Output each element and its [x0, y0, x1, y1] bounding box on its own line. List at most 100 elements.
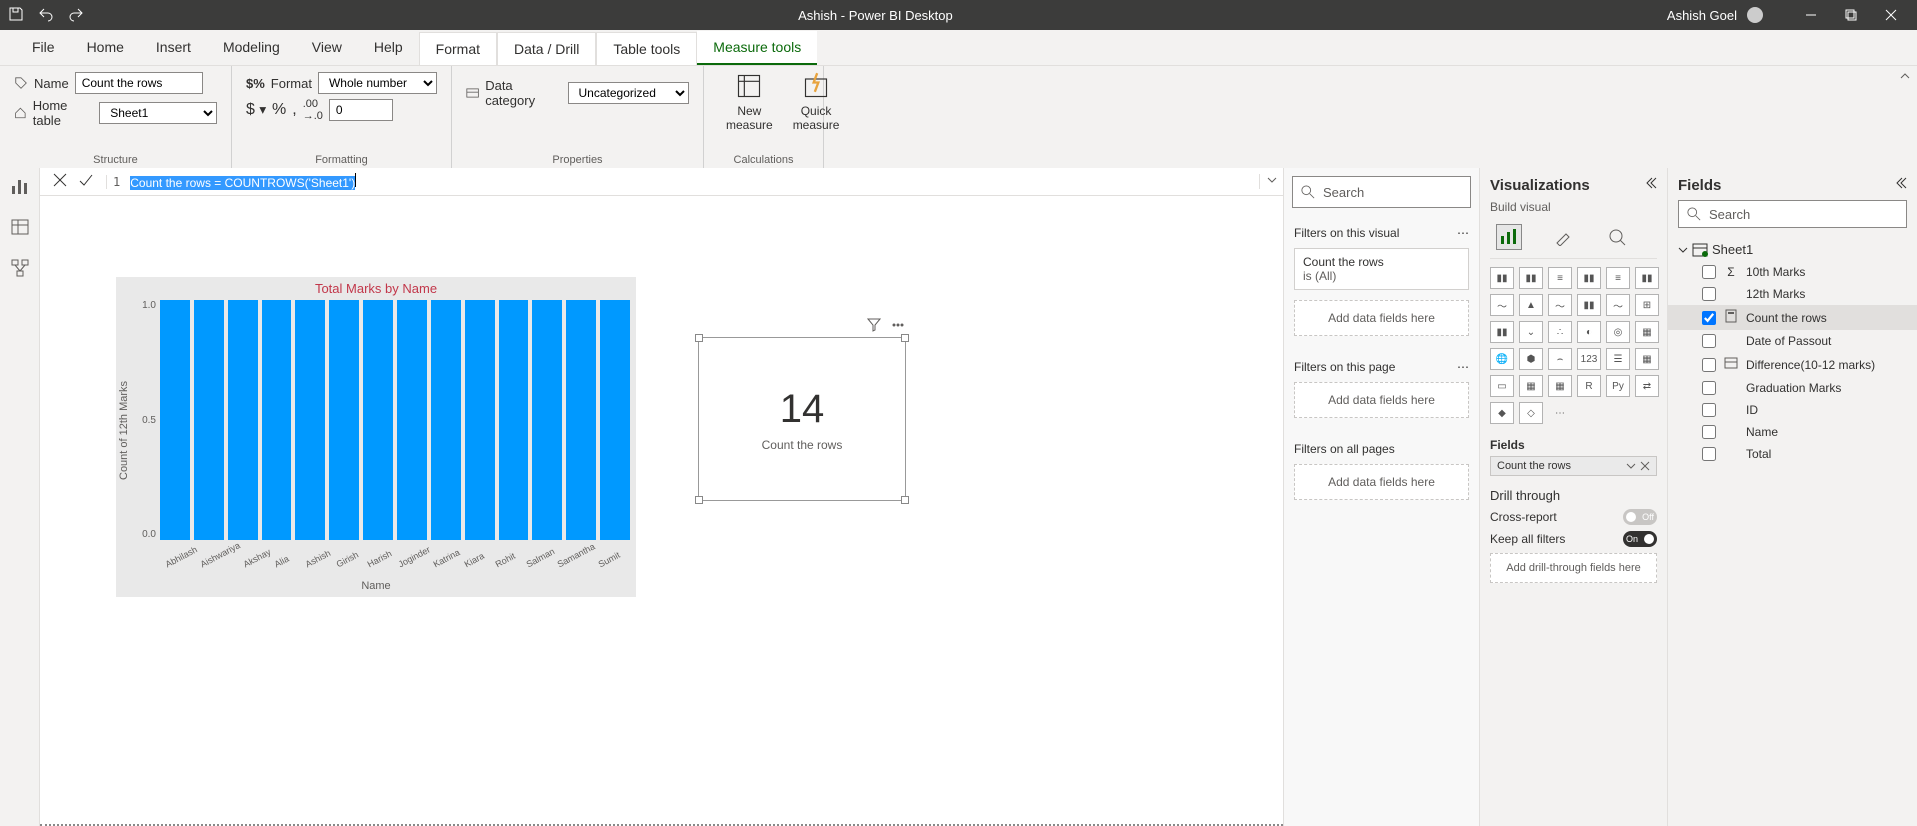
- tab-data-drill[interactable]: Data / Drill: [497, 32, 596, 65]
- bar[interactable]: [329, 300, 359, 540]
- viz-type-icon[interactable]: ⌄: [1519, 321, 1543, 343]
- close-button[interactable]: [1873, 0, 1909, 30]
- maximize-button[interactable]: [1833, 0, 1869, 30]
- field-checkbox[interactable]: [1702, 265, 1716, 279]
- tab-view[interactable]: View: [296, 31, 358, 65]
- viz-type-icon[interactable]: ◆: [1490, 402, 1514, 424]
- viz-type-icon[interactable]: ≡: [1606, 267, 1630, 289]
- user-name[interactable]: Ashish Goel: [1667, 8, 1737, 23]
- filter-icon[interactable]: [867, 318, 881, 335]
- bar[interactable]: [295, 300, 325, 540]
- tab-insert[interactable]: Insert: [140, 31, 207, 65]
- viz-type-icon[interactable]: ⬢: [1519, 348, 1543, 370]
- cancel-formula-icon[interactable]: [52, 172, 68, 191]
- format-select[interactable]: Whole number: [318, 72, 437, 94]
- viz-type-icon[interactable]: 〜: [1490, 294, 1514, 316]
- field-checkbox[interactable]: [1702, 287, 1716, 301]
- report-canvas[interactable]: Total Marks by Name Count of 12th Marks …: [40, 196, 1283, 826]
- decimal-places-input[interactable]: [329, 99, 393, 121]
- cross-report-toggle[interactable]: Off: [1623, 509, 1657, 525]
- viz-type-icon[interactable]: ◐: [1577, 321, 1601, 343]
- bar[interactable]: [566, 300, 596, 540]
- viz-type-icon[interactable]: ▮▮: [1577, 267, 1601, 289]
- fields-search[interactable]: Search: [1678, 200, 1907, 228]
- currency-button[interactable]: $ ▾: [246, 101, 266, 119]
- field-item[interactable]: Name: [1668, 421, 1917, 443]
- viz-type-icon[interactable]: ▦: [1519, 375, 1543, 397]
- quick-measure-button[interactable]: Quick measure: [785, 72, 848, 132]
- filter-card[interactable]: Count the rows is (All): [1294, 248, 1469, 290]
- avatar[interactable]: [1747, 7, 1763, 23]
- viz-type-icon[interactable]: ☰: [1606, 348, 1630, 370]
- viz-type-icon[interactable]: ▮▮: [1490, 321, 1514, 343]
- viz-type-icon[interactable]: ▲: [1519, 294, 1543, 316]
- resize-handle[interactable]: [695, 334, 703, 342]
- bar[interactable]: [160, 300, 190, 540]
- bar[interactable]: [532, 300, 562, 540]
- save-icon[interactable]: [8, 6, 24, 25]
- viz-type-icon[interactable]: ≡: [1548, 267, 1572, 289]
- model-view-icon[interactable]: [10, 258, 30, 281]
- field-checkbox[interactable]: [1702, 425, 1716, 439]
- more-icon[interactable]: ⋯: [1457, 226, 1469, 240]
- field-item[interactable]: Date of Passout: [1668, 330, 1917, 352]
- field-item[interactable]: ID: [1668, 399, 1917, 421]
- data-category-select[interactable]: Uncategorized: [568, 82, 689, 104]
- card-visual[interactable]: 14 Count the rows: [698, 337, 906, 501]
- keep-filters-toggle[interactable]: On: [1623, 531, 1657, 547]
- viz-type-icon[interactable]: ◇: [1519, 402, 1543, 424]
- viz-type-icon[interactable]: ⇄: [1635, 375, 1659, 397]
- viz-type-icon[interactable]: 〜: [1548, 294, 1572, 316]
- field-item[interactable]: Σ10th Marks: [1668, 261, 1917, 283]
- thousands-button[interactable]: ,: [292, 101, 296, 119]
- remove-field-icon[interactable]: [1640, 461, 1650, 471]
- table-node[interactable]: Sheet1: [1668, 238, 1917, 261]
- bar[interactable]: [600, 300, 630, 540]
- more-options-icon[interactable]: [891, 318, 905, 335]
- viz-type-icon[interactable]: ⌢: [1548, 348, 1572, 370]
- viz-type-icon[interactable]: ◎: [1606, 321, 1630, 343]
- viz-type-icon[interactable]: ▭: [1490, 375, 1514, 397]
- viz-type-icon[interactable]: ⊞: [1635, 294, 1659, 316]
- resize-handle[interactable]: [695, 496, 703, 504]
- resize-handle[interactable]: [901, 496, 909, 504]
- drill-through-dropzone[interactable]: Add drill-through fields here: [1490, 553, 1657, 583]
- field-item[interactable]: Total: [1668, 443, 1917, 465]
- viz-type-icon[interactable]: ▦: [1548, 375, 1572, 397]
- percent-button[interactable]: %: [272, 101, 286, 119]
- tab-file[interactable]: File: [16, 31, 71, 65]
- chevron-down-icon[interactable]: [1626, 461, 1636, 471]
- bar[interactable]: [363, 300, 393, 540]
- tab-modeling[interactable]: Modeling: [207, 31, 296, 65]
- format-visual-tab[interactable]: [1550, 224, 1576, 250]
- filter-dropzone-page[interactable]: Add data fields here: [1294, 382, 1469, 418]
- collapse-pane-icon[interactable]: [1893, 176, 1907, 194]
- filter-dropzone-all[interactable]: Add data fields here: [1294, 464, 1469, 500]
- measure-name-input[interactable]: [75, 72, 203, 94]
- viz-type-icon[interactable]: ▮▮: [1490, 267, 1514, 289]
- viz-type-icon[interactable]: R: [1577, 375, 1601, 397]
- field-item[interactable]: 12th Marks: [1668, 283, 1917, 305]
- analytics-tab[interactable]: [1604, 224, 1630, 250]
- bar[interactable]: [499, 300, 529, 540]
- field-item[interactable]: Difference(10-12 marks): [1668, 352, 1917, 377]
- bar-chart-visual[interactable]: Total Marks by Name Count of 12th Marks …: [116, 277, 636, 597]
- field-item[interactable]: Count the rows: [1668, 305, 1917, 330]
- more-icon[interactable]: ⋯: [1457, 360, 1469, 374]
- commit-formula-icon[interactable]: [78, 172, 94, 191]
- field-checkbox[interactable]: [1702, 334, 1716, 348]
- viz-type-icon[interactable]: 123: [1577, 348, 1601, 370]
- undo-icon[interactable]: [38, 6, 54, 25]
- expand-formula-icon[interactable]: [1259, 174, 1283, 189]
- filter-dropzone-visual[interactable]: Add data fields here: [1294, 300, 1469, 336]
- viz-type-icon[interactable]: 〜: [1606, 294, 1630, 316]
- tab-home[interactable]: Home: [71, 31, 140, 65]
- tab-measure-tools[interactable]: Measure tools: [697, 31, 817, 65]
- field-checkbox[interactable]: [1702, 403, 1716, 417]
- bar[interactable]: [228, 300, 258, 540]
- bar[interactable]: [397, 300, 427, 540]
- bar[interactable]: [262, 300, 292, 540]
- tab-help[interactable]: Help: [358, 31, 419, 65]
- bar[interactable]: [431, 300, 461, 540]
- viz-type-icon[interactable]: ∴: [1548, 321, 1572, 343]
